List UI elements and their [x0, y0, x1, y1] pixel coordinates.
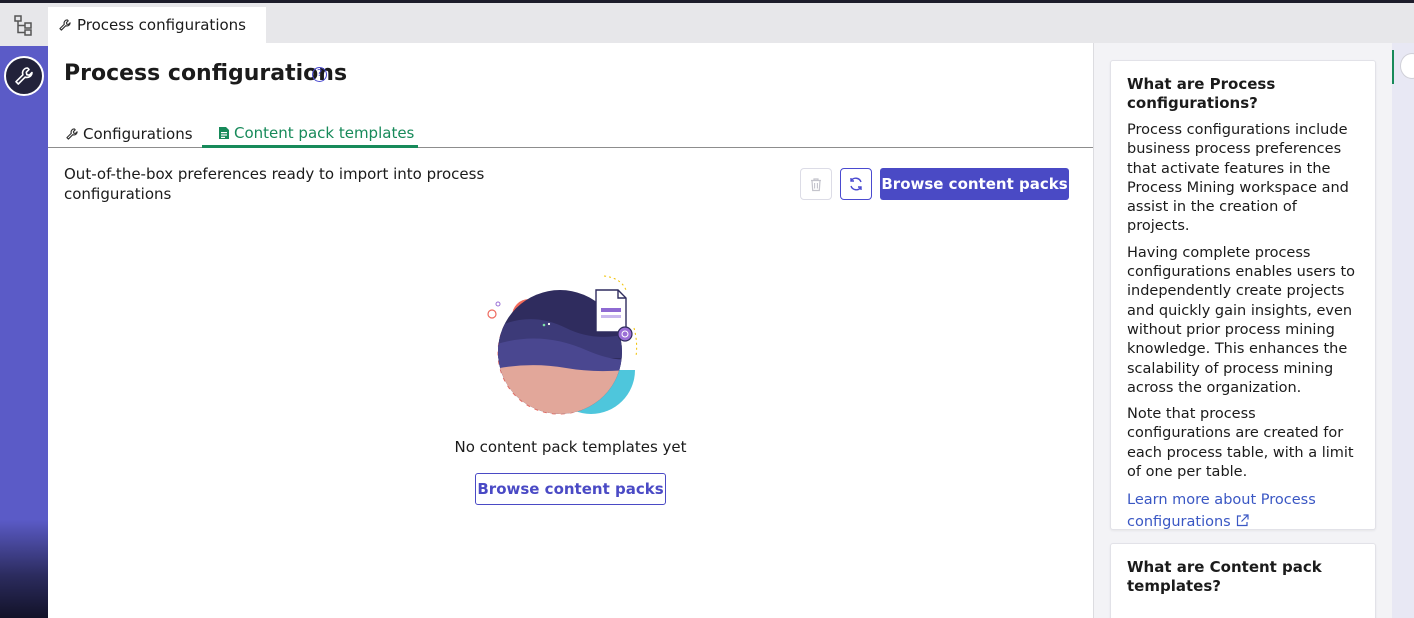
- info-card-title: What are Process configurations?: [1127, 75, 1276, 112]
- trash-icon: [811, 177, 821, 191]
- learn-more-link[interactable]: Learn more about Process configurations: [1127, 492, 1316, 530]
- wrench-icon: [59, 19, 71, 31]
- tab-configurations[interactable]: Configurations: [65, 121, 193, 147]
- browse-content-packs-button[interactable]: Browse content packs: [880, 168, 1069, 200]
- page-title: Process configurations: [64, 61, 348, 86]
- tab-list: Configurations Content pack templates: [48, 115, 1093, 148]
- right-edge-indicator: [1392, 50, 1394, 84]
- info-side-panel: What are Process configurations? Process…: [1094, 43, 1392, 618]
- wrench-icon[interactable]: [4, 56, 44, 96]
- left-rail: [0, 3, 48, 618]
- info-card-title: What are Content pack templates?: [1127, 558, 1322, 595]
- info-card-paragraph: Process configurations include business …: [1127, 122, 1349, 235]
- empty-state-illustration: [487, 275, 651, 415]
- main-panel: Process configurations ? Configurations …: [48, 43, 1093, 618]
- info-card-paragraph: Having complete process configurations e…: [1127, 244, 1356, 396]
- empty-state-text: No content pack templates yet: [454, 438, 687, 456]
- refresh-button[interactable]: [840, 168, 872, 200]
- document-icon: [219, 127, 229, 139]
- assistant-icon[interactable]: [1400, 53, 1414, 79]
- document-tab-bar: Process configurations: [48, 3, 1414, 43]
- description-text: Out-of-the-box preferences ready to impo…: [64, 165, 485, 203]
- info-card-content-pack-templates: What are Content pack templates?: [1110, 543, 1376, 618]
- tab-configurations-label: Configurations: [83, 125, 193, 143]
- tab-content-pack-templates-label: Content pack templates: [234, 124, 415, 142]
- hierarchy-icon[interactable]: [0, 3, 48, 46]
- document-tab-label: Process configurations: [77, 16, 246, 34]
- refresh-icon: [850, 177, 862, 191]
- help-circle-icon[interactable]: ?: [312, 67, 327, 82]
- info-card-process-configurations: What are Process configurations? Process…: [1110, 60, 1376, 530]
- learn-more-link-label: Learn more about Process configurations: [1127, 492, 1316, 530]
- info-card-paragraph: Note that process configurations are cre…: [1127, 406, 1354, 481]
- right-edge-panel: [1392, 43, 1414, 618]
- delete-button[interactable]: [800, 168, 832, 200]
- external-link-icon: [1237, 514, 1249, 526]
- tab-content-pack-templates[interactable]: Content pack templates: [202, 121, 418, 148]
- document-tab[interactable]: Process configurations: [48, 7, 266, 43]
- wrench-icon: [66, 128, 78, 140]
- empty-browse-content-packs-button[interactable]: Browse content packs: [475, 473, 666, 505]
